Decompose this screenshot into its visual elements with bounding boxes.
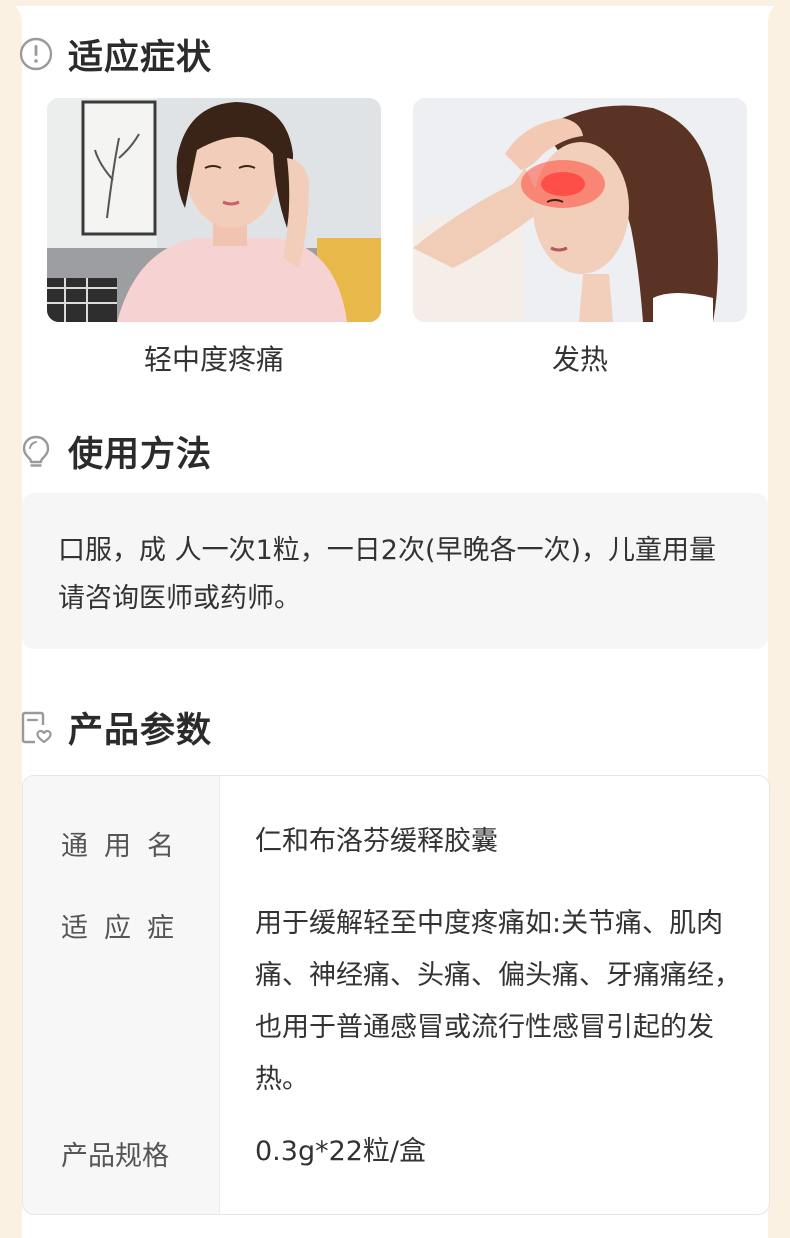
- symptom-image-pain: [47, 98, 381, 322]
- symptom-caption-pain: 轻中度疼痛: [143, 343, 284, 376]
- symptom-caption-fever: 发热: [551, 343, 608, 376]
- param-key-indication: 适应症: [61, 913, 190, 944]
- alert-circle-icon: [18, 36, 54, 72]
- product-params-table: 通用名 仁和布洛芬缓释胶囊 适应症 用于缓解轻至中度疼痛如:关节痛、肌肉痛、神经…: [22, 775, 770, 1215]
- param-key-generic-name: 通用名: [61, 831, 190, 862]
- usage-title: 使用方法: [68, 434, 213, 475]
- document-heart-icon: [18, 709, 54, 745]
- usage-instructions-box: 口服，成 人一次1粒，一日2次(早晚各一次)，儿童用量请咨询医师或药师。: [22, 493, 768, 649]
- params-title: 产品参数: [68, 710, 213, 751]
- lightbulb-icon: [18, 433, 54, 469]
- param-value-indication: 用于缓解轻至中度疼痛如:关节痛、肌肉痛、神经痛、头痛、偏头痛、牙痛痛经，也用于普…: [255, 908, 741, 1095]
- usage-instructions-text: 口服，成 人一次1粒，一日2次(早晚各一次)，儿童用量请咨询医师或药师。: [58, 535, 717, 614]
- usage-heading: 使用方法: [18, 427, 212, 475]
- product-detail-page: 适应症状 轻中度疼痛 发热 使用方法 口服，成 人一次1粒，一日2次(早晚各一次…: [0, 0, 790, 1238]
- indications-heading: 适应症状: [18, 30, 212, 78]
- symptom-image-fever: [413, 98, 747, 322]
- params-heading: 产品参数: [18, 703, 212, 751]
- param-value-generic-name: 仁和布洛芬缓释胶囊: [255, 826, 498, 857]
- param-key-spec: 产品规格: [61, 1141, 169, 1172]
- indications-title: 适应症状: [68, 37, 213, 78]
- param-value-spec: 0.3g*22粒/盒: [255, 1136, 427, 1167]
